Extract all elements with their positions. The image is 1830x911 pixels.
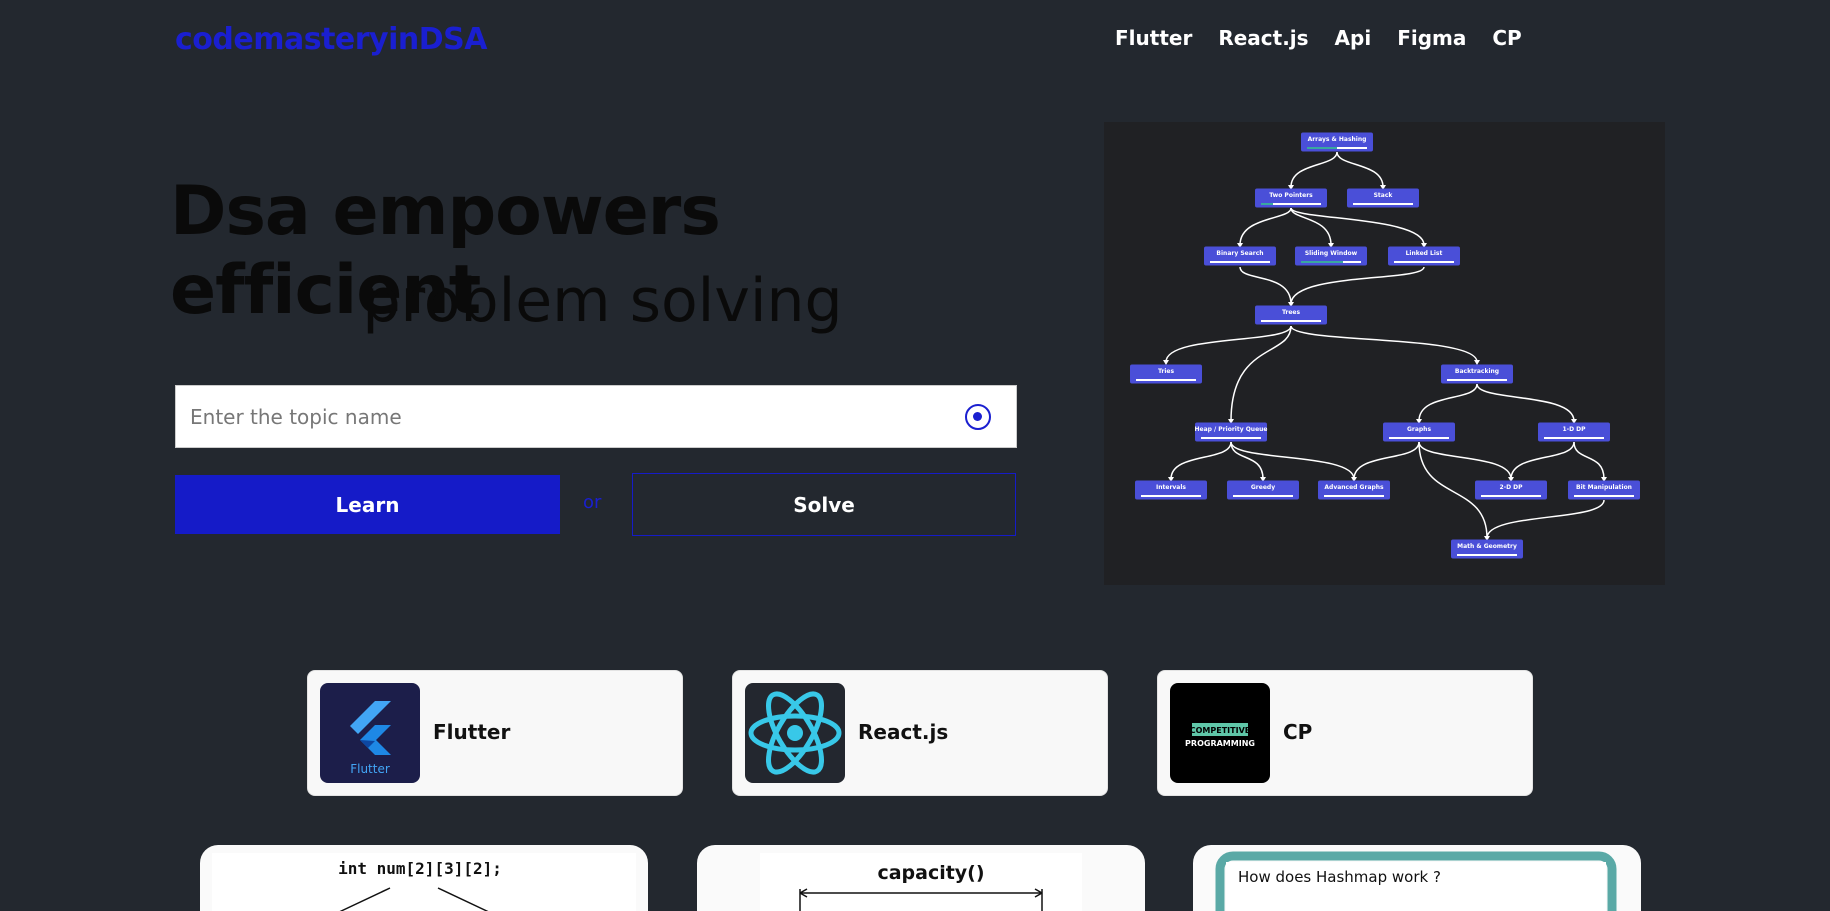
roadmap-node-label: 2-D DP	[1499, 484, 1523, 491]
solve-button[interactable]: Solve	[632, 473, 1016, 536]
roadmap-node[interactable]: Linked List	[1388, 246, 1460, 266]
category-label-cp: CP	[1283, 720, 1313, 744]
nav-link-api[interactable]: Api	[1335, 26, 1372, 50]
roadmap-node-progress-track	[1457, 554, 1517, 556]
roadmap-node-progress-track	[1261, 320, 1321, 322]
preview-text-array: int num[2][3][2];	[338, 859, 502, 878]
roadmap-node[interactable]: Stack	[1347, 188, 1419, 208]
flutter-thumb-caption: Flutter	[350, 762, 390, 776]
roadmap-node-progress-track	[1481, 495, 1541, 497]
roadmap-node-progress-track	[1447, 379, 1507, 381]
roadmap-node[interactable]: Advanced Graphs	[1318, 480, 1390, 500]
roadmap-node-progress-track	[1233, 495, 1293, 497]
roadmap-node-progress-track	[1389, 437, 1449, 439]
roadmap-node-label: Linked List	[1406, 250, 1443, 257]
nav-link-cp[interactable]: CP	[1492, 26, 1521, 50]
nav-link-figma[interactable]: Figma	[1397, 26, 1466, 50]
dsa-roadmap: Arrays & Hashing Two Pointers Stack Binary …	[1104, 122, 1665, 585]
roadmap-node[interactable]: Bit Manipulation	[1568, 480, 1640, 500]
top-nav: Flutter React.js Api Figma CP	[1115, 26, 1522, 50]
roadmap-node[interactable]: Two Pointers	[1255, 188, 1327, 208]
cp-logo-icon: COMPETITIVE PROGRAMMING	[1170, 683, 1270, 783]
roadmap-node-label: Two Pointers	[1269, 192, 1313, 199]
or-separator: or	[583, 492, 602, 513]
roadmap-node[interactable]: Binary Search	[1204, 246, 1276, 266]
roadmap-node-progress-track	[1136, 379, 1196, 381]
roadmap-graph: Arrays & Hashing Two Pointers Stack Binary …	[1130, 132, 1640, 559]
roadmap-node-label: Tries	[1158, 368, 1175, 375]
roadmap-node-label: Sliding Window	[1305, 250, 1358, 257]
react-logo-icon	[745, 683, 845, 783]
roadmap-node-label: Bit Manipulation	[1576, 484, 1632, 491]
roadmap-node-progress-fill	[1307, 147, 1337, 149]
roadmap-node[interactable]: 2-D DP	[1475, 480, 1547, 500]
category-label-flutter: Flutter	[433, 720, 511, 744]
roadmap-node-label: Advanced Graphs	[1324, 484, 1384, 491]
roadmap-node-label: Arrays & Hashing	[1308, 136, 1367, 143]
roadmap-node-progress-fill	[1301, 261, 1343, 263]
roadmap-node-label: Heap / Priority Queue	[1194, 426, 1267, 433]
roadmap-node[interactable]: Arrays & Hashing	[1301, 132, 1373, 152]
cp-thumb-line-1: COMPETITIVE	[1190, 726, 1250, 735]
roadmap-node[interactable]: Sliding Window	[1295, 246, 1367, 266]
nav-link-flutter[interactable]: Flutter	[1115, 26, 1192, 50]
learn-button[interactable]: Learn	[175, 475, 560, 534]
category-card-flutter[interactable]: Flutter Flutter	[307, 670, 683, 796]
roadmap-node-label: Graphs	[1407, 426, 1431, 433]
preview-text-capacity: capacity()	[877, 862, 984, 884]
roadmap-node[interactable]: Trees	[1255, 305, 1327, 325]
preview-card-hashmap[interactable]: How does Hashmap work ?	[1193, 845, 1641, 911]
roadmap-nodes: Arrays & Hashing Two Pointers Stack Binary …	[1130, 132, 1640, 559]
roadmap-node-progress-track	[1210, 261, 1270, 263]
roadmap-node[interactable]: Graphs	[1383, 422, 1455, 442]
roadmap-node-label: Trees	[1282, 309, 1301, 316]
preview-card-array[interactable]: int num[2][3][2];	[200, 845, 648, 911]
roadmap-node[interactable]: 1-D DP	[1538, 422, 1610, 442]
roadmap-node-progress-track	[1141, 495, 1201, 497]
hero-subtitle: problem solving	[362, 266, 843, 336]
target-icon[interactable]	[965, 404, 991, 430]
roadmap-node-progress-track	[1324, 495, 1384, 497]
roadmap-node-label: Backtracking	[1455, 368, 1499, 375]
preview-text-hashmap: How does Hashmap work ?	[1238, 868, 1441, 886]
roadmap-node[interactable]: Math & Geometry	[1451, 539, 1523, 559]
roadmap-node-progress-track	[1353, 203, 1413, 205]
topic-search-input[interactable]	[176, 386, 956, 447]
roadmap-node-progress-track	[1544, 437, 1604, 439]
cp-thumb-line-2: PROGRAMMING	[1185, 739, 1255, 748]
roadmap-node[interactable]: Heap / Priority Queue	[1194, 422, 1268, 442]
roadmap-node-label: Intervals	[1156, 484, 1186, 491]
roadmap-node-label: 1-D DP	[1562, 426, 1586, 433]
category-label-reactjs: React.js	[858, 720, 949, 744]
roadmap-node[interactable]: Tries	[1130, 364, 1202, 384]
roadmap-node[interactable]: Backtracking	[1441, 364, 1513, 384]
preview-card-capacity[interactable]: capacity()	[697, 845, 1145, 911]
roadmap-node-progress-track	[1574, 495, 1634, 497]
roadmap-node-label: Greedy	[1251, 484, 1275, 491]
roadmap-node-progress-track	[1201, 437, 1261, 439]
flutter-logo-icon: Flutter	[320, 683, 420, 783]
roadmap-node-progress-fill	[1261, 203, 1273, 205]
category-card-cp[interactable]: COMPETITIVE PROGRAMMING CP	[1157, 670, 1533, 796]
roadmap-node[interactable]: Greedy	[1227, 480, 1299, 500]
category-card-reactjs[interactable]: React.js	[732, 670, 1108, 796]
roadmap-node[interactable]: Intervals	[1135, 480, 1207, 500]
roadmap-node-label: Binary Search	[1216, 250, 1263, 257]
roadmap-node-label: Stack	[1374, 192, 1394, 199]
brand-logo[interactable]: codemasteryinDSA	[175, 22, 487, 57]
roadmap-node-label: Math & Geometry	[1457, 543, 1517, 550]
roadmap-node-progress-track	[1394, 261, 1454, 263]
nav-link-reactjs[interactable]: React.js	[1218, 26, 1308, 50]
topic-search-box	[175, 385, 1017, 448]
roadmap-edges	[1165, 151, 1605, 539]
